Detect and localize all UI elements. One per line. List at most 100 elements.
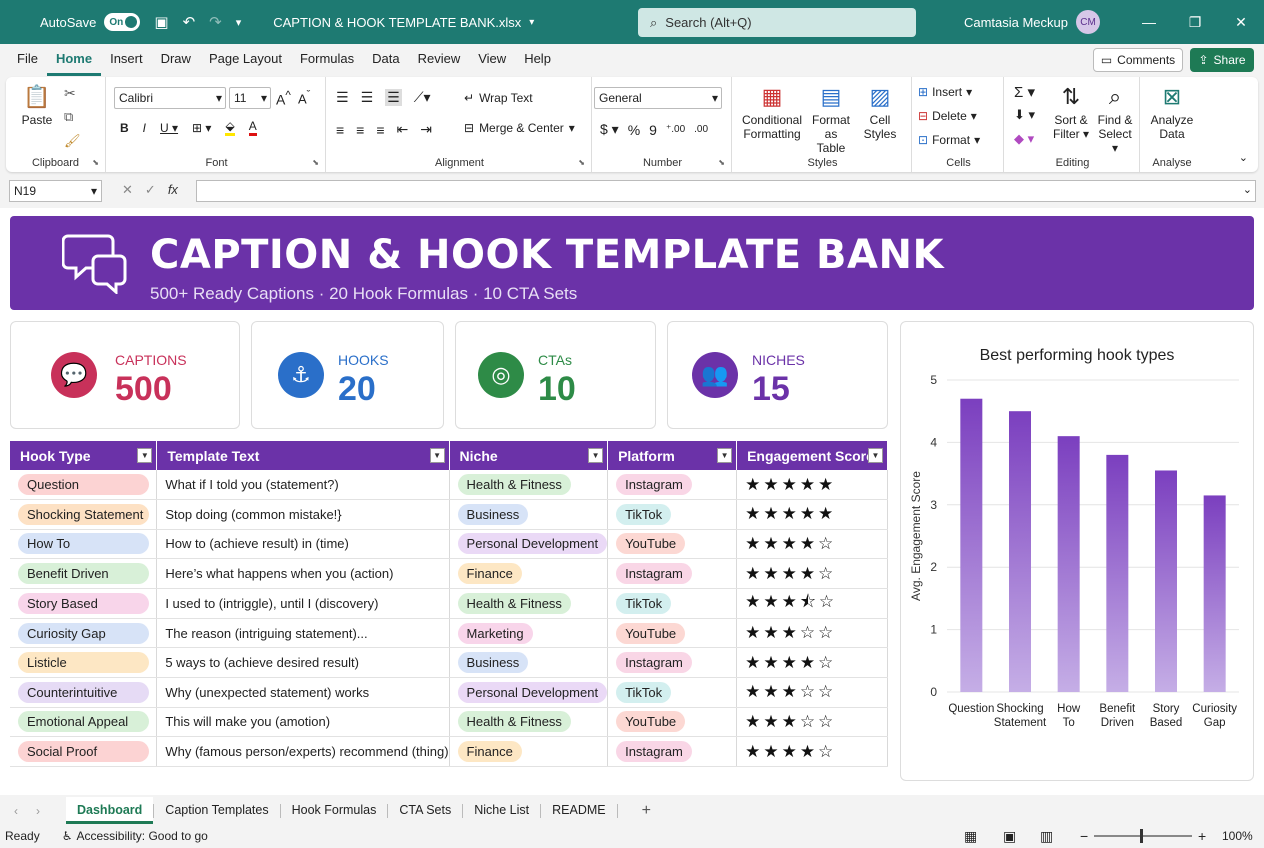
table-row[interactable]: How To How to (achieve result) in (time) P… [10, 529, 888, 560]
paste-button[interactable]: 📋 Paste [16, 83, 58, 127]
cell-hook-type[interactable]: Counterintuitive [10, 677, 158, 708]
clear-icon[interactable]: ◆ ▾ [1014, 131, 1034, 147]
cell-engagement-score[interactable]: ★★★☆☆ [736, 677, 888, 708]
menu-review[interactable]: Review [409, 44, 470, 76]
cell-engagement-score[interactable]: ★★★★☆ [736, 529, 888, 560]
borders-icon[interactable]: ⊞ ▾ [192, 121, 211, 135]
name-box[interactable]: N19 ▾ [9, 180, 102, 202]
fill-icon[interactable]: ⬇ ▾ [1014, 107, 1035, 123]
cell-template-text[interactable]: 5 ways to (achieve desired result) [156, 647, 450, 679]
cell-platform[interactable]: TikTok [607, 588, 738, 619]
formula-input[interactable] [196, 180, 1256, 202]
cell-niche[interactable]: Business [449, 647, 609, 679]
font-size-select[interactable]: 11 ▾ [229, 87, 271, 109]
increase-font-icon[interactable]: A^ [276, 89, 291, 108]
number-format-select[interactable]: General ▾ [594, 87, 722, 109]
cancel-icon[interactable]: ✕ [122, 182, 133, 198]
table-row[interactable]: Counterintuitive Why (unexpected statemen… [10, 677, 888, 708]
dialog-launcher-icon[interactable]: ⬊ [718, 158, 725, 167]
prev-sheet-icon[interactable]: ‹ [14, 804, 18, 818]
sort-filter-button[interactable]: ⇅ Sort & Filter ▾ [1050, 83, 1092, 141]
comments-button[interactable]: ▭ Comments [1093, 48, 1183, 72]
undo-icon[interactable]: ↶ [183, 13, 196, 31]
tab-readme[interactable]: README [541, 797, 616, 824]
cell-platform[interactable]: Instagram [607, 558, 738, 589]
cell-niche[interactable]: Finance [449, 736, 609, 767]
menu-data[interactable]: Data [363, 44, 408, 76]
autosave-toggle[interactable]: On [104, 13, 141, 31]
chevron-down-icon[interactable]: ▾ [529, 17, 534, 28]
cell-template-text[interactable]: The reason (intriguing statement)... [156, 618, 450, 649]
tab-cta-sets[interactable]: CTA Sets [388, 797, 462, 824]
cell-engagement-score[interactable]: ★★★★★ [736, 470, 888, 501]
dialog-launcher-icon[interactable]: ⬊ [312, 158, 319, 167]
cell-platform[interactable]: TikTok [607, 677, 738, 708]
page-break-view-icon[interactable]: ▥ [1040, 828, 1053, 845]
font-name-select[interactable]: Calibri ▾ [114, 87, 226, 109]
bold-icon[interactable]: B [120, 121, 129, 135]
cell-niche[interactable]: Finance [449, 558, 609, 589]
tab-hook-formulas[interactable]: Hook Formulas [281, 797, 388, 824]
cell-template-text[interactable]: How to (achieve result) in (time) [156, 529, 450, 560]
filter-dropdown-icon[interactable]: ▼ [868, 448, 883, 463]
cell-hook-type[interactable]: Question [10, 470, 158, 501]
table-row[interactable]: Curiosity Gap The reason (intriguing stat… [10, 618, 888, 649]
menu-insert[interactable]: Insert [101, 44, 152, 76]
cell-template-text[interactable]: This will make you (amotion) [156, 707, 450, 738]
cell-engagement-score[interactable]: ★★★★☆ [736, 558, 888, 589]
cell-template-text[interactable]: I used to (intriggle), until I (discover… [156, 588, 450, 619]
format-painter-icon[interactable]: 🖌 [64, 133, 81, 149]
decrease-font-icon[interactable]: Aˇ [298, 89, 310, 106]
table-row[interactable]: Story Based I used to (intriggle), until … [10, 588, 888, 619]
cell-hook-type[interactable]: Listicle [10, 647, 158, 679]
menu-home[interactable]: Home [46, 44, 102, 76]
cell-engagement-score[interactable]: ★★★☆☆ [736, 707, 888, 738]
share-button[interactable]: ⇪ Share [1190, 48, 1254, 72]
decrease-indent-icon[interactable]: ⇤ [397, 121, 409, 138]
cell-platform[interactable]: YouTube [607, 529, 738, 560]
zoom-in-icon[interactable]: + [1198, 828, 1206, 844]
cell-template-text[interactable]: Here’s what happens when you (action) [156, 558, 450, 589]
increase-indent-icon[interactable]: ⇥ [420, 121, 432, 138]
percent-icon[interactable]: % [628, 122, 640, 138]
menu-help[interactable]: Help [515, 44, 560, 76]
cell-niche[interactable]: Health & Fitness [449, 470, 609, 501]
filter-dropdown-icon[interactable]: ▼ [717, 448, 733, 463]
document-title[interactable]: CAPTION & HOOK TEMPLATE BANK.xlsx [273, 15, 521, 30]
cell-platform[interactable]: Instagram [607, 736, 738, 767]
decrease-decimal-icon[interactable]: .00 [694, 124, 708, 135]
customize-toolbar-icon[interactable]: ▾ [236, 16, 242, 29]
table-row[interactable]: Social Proof Why (famous person/experts) … [10, 736, 888, 767]
table-row[interactable]: Question What if I told you (statement?) H… [10, 470, 888, 501]
close-icon[interactable]: ✕ [1218, 14, 1264, 31]
autosum-icon[interactable]: Σ ▾ [1014, 83, 1035, 101]
menu-view[interactable]: View [469, 44, 515, 76]
normal-view-icon[interactable]: ▦ [964, 828, 977, 845]
merge-center-button[interactable]: ⊟ Merge & Center ▾ [464, 121, 575, 135]
orientation-icon[interactable]: ⟋▾ [414, 89, 431, 106]
expand-formula-icon[interactable]: ⌄ [1243, 183, 1252, 196]
cut-icon[interactable]: ✂ [64, 85, 76, 102]
ribbon-collapse-icon[interactable]: ⌄ [1239, 151, 1248, 164]
font-color-icon[interactable]: A [248, 119, 257, 136]
cell-niche[interactable]: Health & Fitness [449, 707, 609, 738]
table-row[interactable]: Emotional Appeal This will make you (amot… [10, 707, 888, 738]
cell-platform[interactable]: Instagram [607, 647, 738, 679]
format-cells-button[interactable]: ⊡ Format ▾ [918, 133, 980, 147]
analyze-data-button[interactable]: ⊠ Analyze Data [1148, 83, 1196, 141]
table-row[interactable]: Benefit Driven Here’s what happens when y… [10, 558, 888, 589]
cell-template-text[interactable]: Why (famous person/experts) recommend (t… [156, 736, 450, 767]
table-row[interactable]: Shocking Statement Stop doing (common mis… [10, 499, 888, 530]
cell-engagement-score[interactable]: ★★★★☆ [736, 736, 888, 767]
cell-engagement-score[interactable]: ★★★★☆ [736, 647, 888, 679]
zoom-out-icon[interactable]: − [1080, 828, 1088, 844]
avatar[interactable]: CM [1076, 10, 1100, 34]
cell-styles-button[interactable]: ▨ Cell Styles [858, 83, 902, 141]
align-right-icon[interactable]: ≡ [376, 122, 384, 138]
increase-decimal-icon[interactable]: ⁺.00 [666, 124, 685, 135]
cell-engagement-score[interactable]: ★★★⯪☆ [736, 588, 888, 619]
currency-icon[interactable]: $ ▾ [600, 121, 619, 138]
enter-icon[interactable]: ✓ [145, 182, 156, 198]
align-bottom-icon[interactable]: ☰ [385, 89, 402, 106]
zoom-slider[interactable] [1094, 829, 1192, 843]
